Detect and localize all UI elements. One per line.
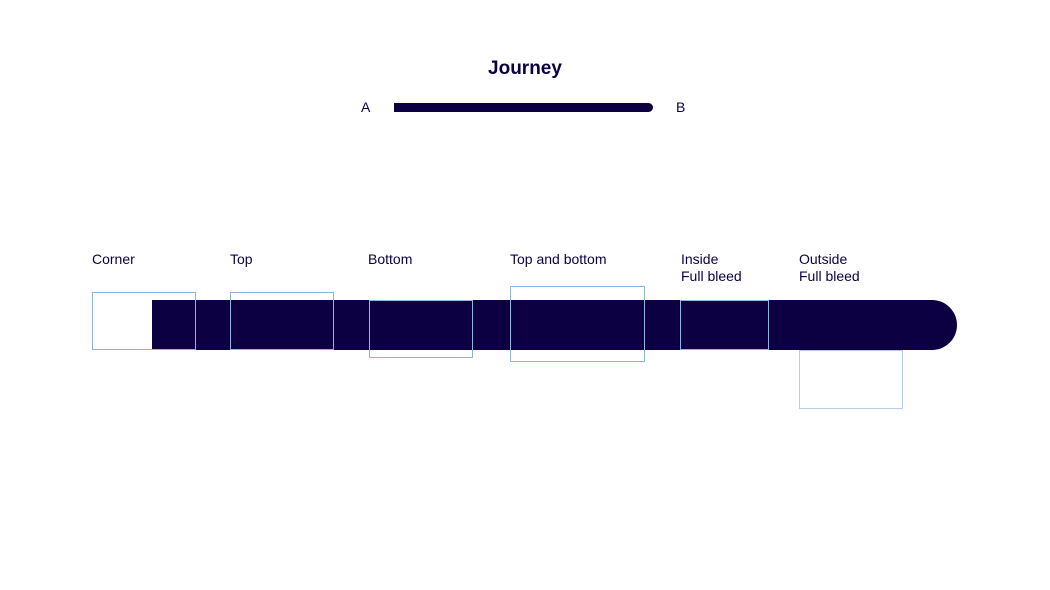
label-inside-full-bleed: Inside Full bleed (681, 251, 742, 285)
label-line: Outside (799, 251, 848, 267)
journey-bar (394, 103, 653, 112)
diagram-title: Journey (488, 58, 562, 79)
label-line: Full bleed (799, 268, 860, 284)
box-bottom (369, 300, 473, 358)
label-line: Full bleed (681, 268, 742, 284)
label-line: Inside (681, 251, 719, 267)
box-outside-full-bleed (799, 350, 903, 409)
box-corner (92, 292, 196, 350)
box-inside-full-bleed (680, 300, 769, 350)
journey-start-label: A (361, 99, 371, 115)
journey-end-label: B (676, 99, 686, 115)
box-top (230, 292, 334, 350)
label-outside-full-bleed: Outside Full bleed (799, 251, 860, 285)
label-top: Top (230, 251, 253, 267)
label-top-and-bottom: Top and bottom (510, 251, 607, 267)
label-corner: Corner (92, 251, 135, 267)
box-top-and-bottom (510, 286, 645, 362)
label-bottom: Bottom (368, 251, 413, 267)
